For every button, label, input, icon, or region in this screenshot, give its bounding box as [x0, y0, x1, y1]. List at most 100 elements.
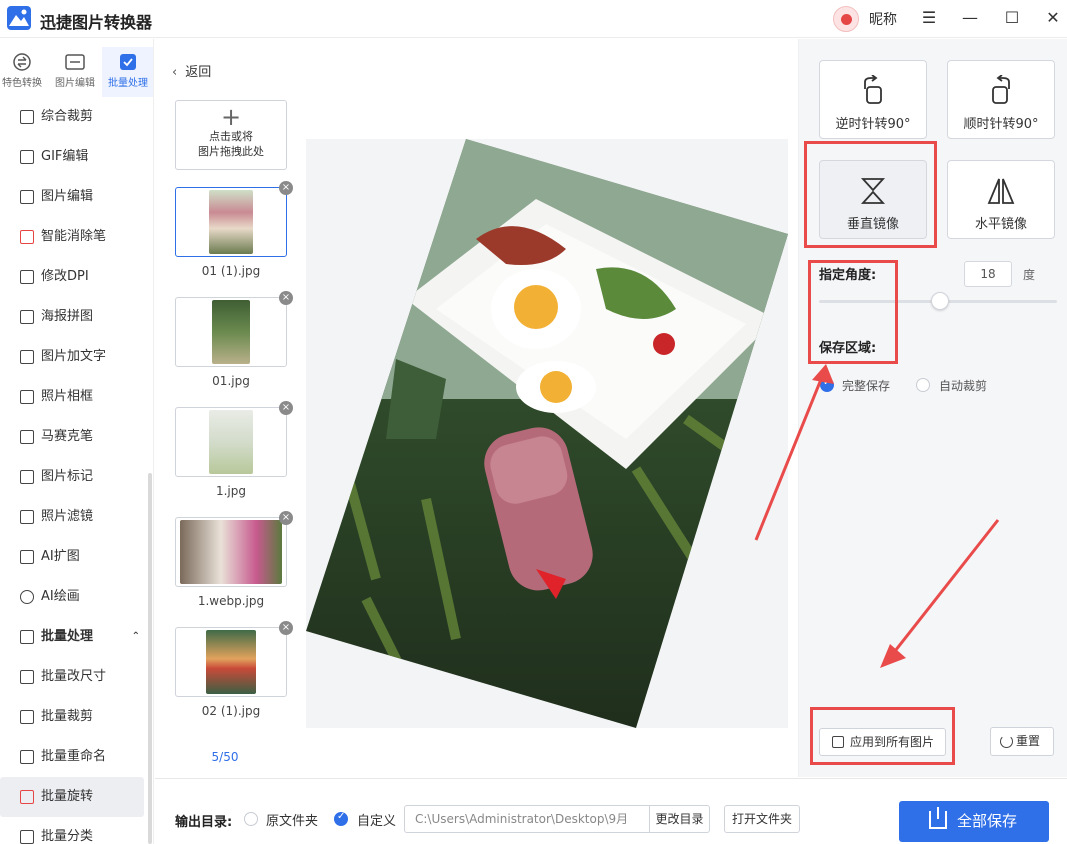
- menu-item-batch-crop[interactable]: 批量裁剪: [0, 697, 153, 737]
- file-thumbnail[interactable]: ×: [175, 511, 293, 587]
- menu-icon[interactable]: ☰: [917, 7, 941, 29]
- menu-item-label: 批量分类: [41, 829, 94, 844]
- save-all-button[interactable]: 全部保存: [899, 801, 1049, 842]
- tab-special-convert[interactable]: 特色转换: [0, 47, 48, 97]
- frame-icon: [20, 390, 34, 404]
- sidebar-scrollbar[interactable]: [148, 473, 152, 844]
- menu-group-batch[interactable]: 批量处理 ⌃: [0, 617, 153, 657]
- output-path-input[interactable]: C:\Users\Administrator\Desktop\9月: [404, 805, 650, 833]
- delete-icon[interactable]: ×: [279, 511, 293, 525]
- menu-item-mosaic[interactable]: 马赛克笔: [0, 417, 153, 457]
- open-folder-button[interactable]: 打开文件夹: [724, 805, 800, 833]
- menu-item-label: 图片加文字: [41, 349, 107, 364]
- file-name: 01.jpg: [212, 374, 250, 388]
- avatar[interactable]: [833, 6, 859, 32]
- angle-input[interactable]: 18: [964, 261, 1012, 287]
- thumbnail-image: [180, 520, 282, 584]
- delete-icon[interactable]: ×: [279, 181, 293, 195]
- custom-folder-radio[interactable]: [334, 811, 348, 826]
- checkbox-icon: [20, 630, 34, 644]
- ai-expand-icon: [20, 550, 34, 564]
- crop-icon: [20, 110, 34, 124]
- menu-item-modify-dpi[interactable]: 修改DPI: [0, 257, 153, 297]
- rotated-preview-image: [306, 139, 788, 728]
- upload-text-line2: 图片拖拽此处: [198, 145, 264, 158]
- thumbnail-image: [209, 410, 253, 474]
- gif-icon: [20, 150, 34, 164]
- page-count: 5/50: [211, 750, 239, 764]
- delete-icon[interactable]: ×: [279, 291, 293, 305]
- nickname[interactable]: 昵称: [869, 9, 897, 29]
- tab-label: 特色转换: [2, 78, 42, 89]
- sidebar: 特色转换 图片编辑 批量处理 综合裁剪 GIF编辑 图片编辑 智能消除笔 修改D…: [0, 39, 154, 844]
- tab-batch-process[interactable]: 批量处理: [102, 47, 153, 97]
- menu-item-image-edit[interactable]: 图片编辑: [0, 177, 153, 217]
- menu-item-label: 综合裁剪: [41, 109, 94, 124]
- file-thumbnail[interactable]: ×: [175, 181, 293, 257]
- tab-label: 批量处理: [108, 78, 148, 89]
- original-folder-radio[interactable]: [244, 812, 258, 826]
- menu-item-photo-frame[interactable]: 照片相框: [0, 377, 153, 417]
- delete-icon[interactable]: ×: [279, 621, 293, 635]
- menu-item-batch-rename[interactable]: 批量重命名: [0, 737, 153, 777]
- chevron-up-icon: ⌃: [131, 631, 140, 642]
- menu-item-label: GIF编辑: [41, 149, 89, 164]
- file-thumbnail[interactable]: ×: [175, 401, 293, 477]
- back-button[interactable]: ‹ 返回: [172, 61, 211, 80]
- image-icon: [20, 190, 34, 204]
- menu-item-batch-rotate[interactable]: 批量旋转: [0, 777, 144, 817]
- menu-item-label: 图片编辑: [41, 189, 94, 204]
- menu-item-add-text[interactable]: 图片加文字: [0, 337, 153, 377]
- minimize-icon[interactable]: —: [958, 7, 982, 29]
- menu-item-photo-filter[interactable]: 照片滤镜: [0, 497, 153, 537]
- thumbnail-image: [209, 190, 253, 254]
- change-dir-button[interactable]: 更改目录: [649, 805, 710, 833]
- menu-item-label: 批量重命名: [41, 749, 107, 764]
- preview-canvas: [306, 139, 788, 728]
- menu-item-smart-eraser[interactable]: 智能消除笔: [0, 217, 153, 257]
- menu-item-image-mark[interactable]: 图片标记: [0, 457, 153, 497]
- rotate-ccw-button[interactable]: 逆时针转90°: [819, 60, 927, 139]
- thumbnail-image: [206, 630, 256, 694]
- angle-unit: 度: [1023, 268, 1036, 282]
- custom-folder-label[interactable]: 自定义: [357, 810, 396, 829]
- delete-icon[interactable]: ×: [279, 401, 293, 415]
- rotate-ccw-icon: [864, 75, 882, 104]
- close-icon[interactable]: ✕: [1041, 7, 1065, 29]
- file-thumbnail[interactable]: ×: [175, 621, 293, 697]
- rotate-ccw-label: 逆时针转90°: [835, 117, 911, 132]
- menu-item-gif-edit[interactable]: GIF编辑: [0, 137, 153, 177]
- output-dir-label: 输出目录:: [175, 815, 233, 830]
- tab-image-edit[interactable]: 图片编辑: [49, 47, 101, 97]
- reset-label: 重置: [1016, 734, 1041, 748]
- reset-button[interactable]: 重置: [990, 727, 1054, 756]
- menu-item-ai-paint[interactable]: AI绘画: [0, 577, 153, 617]
- flip-horizontal-label: 水平镜像: [974, 217, 1027, 232]
- filter-icon: [20, 510, 34, 524]
- menu-item-label: 照片滤镜: [41, 509, 94, 524]
- menu-item-batch-classify[interactable]: 批量分类: [0, 817, 153, 844]
- crop-icon: [20, 710, 34, 724]
- original-folder-label[interactable]: 原文件夹: [266, 810, 318, 829]
- rename-icon: [20, 750, 34, 764]
- tab-label: 图片编辑: [55, 78, 95, 89]
- back-label: 返回: [185, 65, 212, 80]
- maximize-icon[interactable]: ☐: [1000, 7, 1024, 29]
- sidebar-tabs: 特色转换 图片编辑 批量处理: [0, 39, 153, 101]
- title-bar: 迅捷图片转换器 昵称 ☰ — ☐ ✕: [0, 0, 1067, 38]
- chevron-left-icon: ‹: [172, 65, 178, 80]
- refresh-icon: [1000, 735, 1013, 748]
- file-thumbnail[interactable]: ×: [175, 291, 293, 367]
- menu-item-poster-collage[interactable]: 海报拼图: [0, 297, 153, 337]
- rotate-cw-button[interactable]: 顺时针转90°: [947, 60, 1055, 139]
- annotation-arrows: [754, 364, 1000, 668]
- menu-item-label: 马赛克笔: [41, 429, 94, 444]
- tool-menu: 综合裁剪 GIF编辑 图片编辑 智能消除笔 修改DPI 海报拼图 图片加文字 照…: [0, 97, 153, 844]
- upload-dropzone[interactable]: + 点击或将 图片拖拽此处: [175, 100, 287, 170]
- save-all-label: 全部保存: [957, 812, 1018, 830]
- flip-horizontal-button[interactable]: 水平镜像: [947, 160, 1055, 239]
- menu-item-batch-resize[interactable]: 批量改尺寸: [0, 657, 153, 697]
- menu-item-ai-expand[interactable]: AI扩图: [0, 537, 153, 577]
- menu-item-comprehensive-crop[interactable]: 综合裁剪: [0, 97, 153, 137]
- menu-item-label: 批量裁剪: [41, 709, 94, 724]
